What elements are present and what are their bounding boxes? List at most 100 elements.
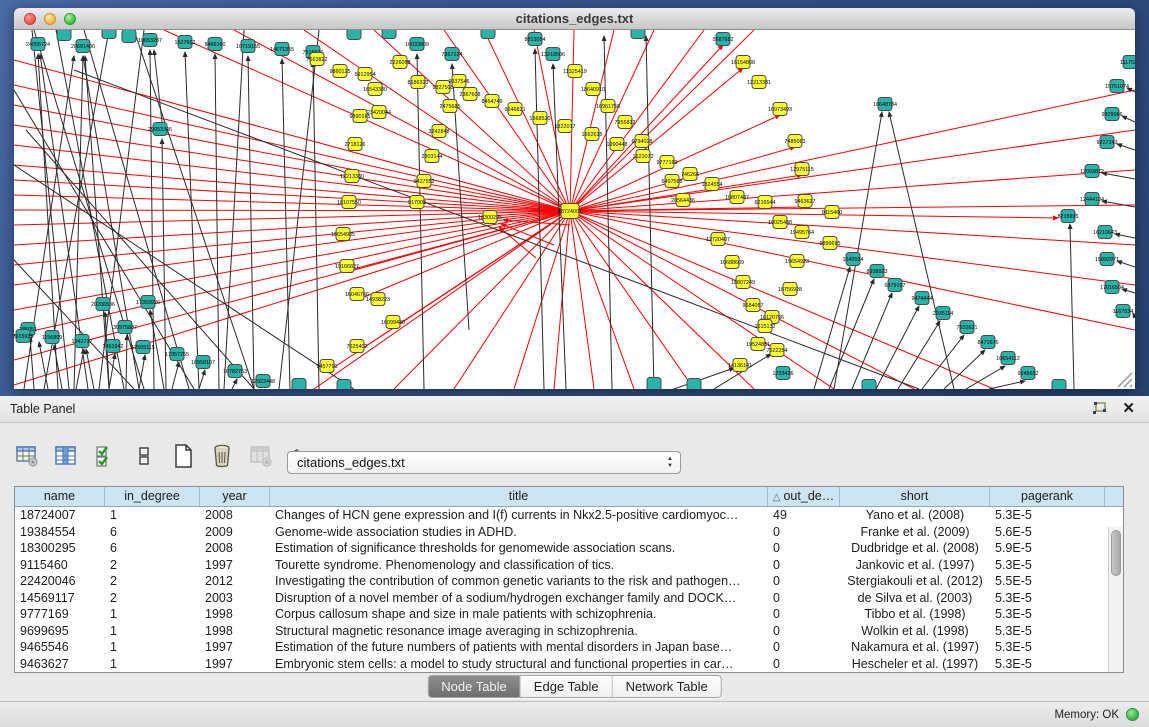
citation-edge[interactable] [570,130,1135,211]
graph-node[interactable]: 10653287 [138,34,162,47]
graph-node[interactable]: 12975115 [790,163,814,176]
citation-edge[interactable] [889,112,954,389]
graph-node[interactable]: 16099480 [381,316,405,329]
table-cell[interactable]: 0 [768,590,840,607]
citation-edge[interactable] [570,30,654,211]
table-cell[interactable]: 1997 [200,557,270,574]
graph-node[interactable]: 17016504 [1100,281,1124,294]
graph-node[interactable]: 16958107 [191,356,215,369]
citation-edge[interactable] [215,54,219,389]
graph-node[interactable]: 2803144 [422,150,443,163]
citation-edge[interactable] [570,211,1135,245]
graph-node[interactable]: 16210643 [1093,226,1117,239]
graph-node[interactable]: 8186323 [408,76,429,89]
graph-node[interactable]: 23420044 [367,106,391,119]
graph-node[interactable]: 19495764 [790,226,814,239]
select-columns-icon[interactable] [92,443,118,469]
graph-node[interactable] [102,30,116,39]
graph-node[interactable]: 3242848 [429,125,450,138]
graph-node[interactable] [1052,380,1066,390]
citation-edge[interactable] [172,362,179,389]
citation-edge[interactable] [417,54,424,389]
table-cell[interactable]: 0 [768,540,840,557]
citation-network-graph[interactable]: 2405572420691406106532871527602846616010… [14,30,1135,389]
table-cell[interactable]: Disruption of a novel member of a sodium… [270,590,768,607]
graph-node[interactable]: 1568520 [530,112,551,125]
citation-edge[interactable] [1070,224,1074,389]
table-cell[interactable]: 0 [768,656,840,673]
citation-edge[interactable] [84,30,189,389]
citation-edge[interactable] [313,62,319,389]
graph-node[interactable]: 18756928 [778,283,802,296]
network-canvas[interactable]: 2405572420691406106532871527602846616010… [14,30,1135,389]
citation-edge[interactable] [1102,173,1135,179]
table-cell[interactable]: Wolkin et al. (1998) [840,623,990,640]
table-cell[interactable]: 0 [768,639,840,656]
graph-node[interactable]: 2935114 [933,307,954,320]
citation-edge[interactable] [570,90,1135,211]
column-header-year[interactable]: year [200,487,270,506]
citation-edge[interactable] [76,349,84,389]
table-cell[interactable]: 9465546 [15,639,105,656]
tab-edge-table[interactable]: Edge Table [521,676,613,697]
table-row[interactable]: 946554611997Estimation of the future num… [15,639,1123,656]
table-cell[interactable]: 49 [768,507,840,524]
graph-node[interactable]: 7522254 [767,344,788,357]
graph-node[interactable]: 19654923 [785,255,809,268]
graph-node[interactable]: 18807249 [731,276,755,289]
table-selector-dropdown[interactable]: citations_edges.txt ▲▼ [287,451,681,474]
graph-node[interactable]: 9227343 [1097,136,1118,149]
graph-node[interactable]: 9115460 [822,206,843,219]
graph-node[interactable]: 10654112 [996,352,1020,365]
table-cell[interactable]: 2 [105,590,200,607]
graph-node[interactable]: 2367608 [460,88,481,101]
graph-node[interactable]: 10025488 [768,216,792,229]
table-cell[interactable]: Changes of HCN gene expression and I(f) … [270,507,768,524]
graph-node[interactable]: 16033809 [405,38,429,51]
graph-node[interactable]: 8466160 [205,38,226,51]
table-cell[interactable]: 2 [105,557,200,574]
table-cell[interactable]: 14569117 [15,590,105,607]
table-cell[interactable]: 1 [105,639,200,656]
table-cell[interactable]: 18724007 [15,507,105,524]
graph-node[interactable]: 9337546 [449,75,470,88]
table-cell[interactable]: 0 [768,557,840,574]
table-cell[interactable]: 5.6E-5 [990,524,1105,541]
table-cell[interactable]: 2008 [200,507,270,524]
graph-node[interactable]: 917008 [408,196,426,209]
table-row[interactable]: 1830029562008Estimation of significance … [15,540,1123,557]
table-cell[interactable]: Estimation of the future numbers of pati… [270,639,768,656]
graph-node[interactable]: 7955812 [615,116,636,129]
graph-node[interactable]: 1621072 [633,150,654,163]
table-cell[interactable]: 5.3E-5 [990,639,1105,656]
graph-node[interactable]: 14136141 [728,359,752,372]
table-cell[interactable]: 6 [105,524,200,541]
table-cell[interactable]: 1998 [200,606,270,623]
table-cell[interactable]: Investigating the contribution of common… [270,573,768,590]
graph-node[interactable] [337,380,351,390]
citation-edge[interactable] [39,342,48,389]
row-height-icon[interactable] [131,443,157,469]
graph-node[interactable]: 15892971 [1095,253,1119,266]
table-cell[interactable]: 2 [105,573,200,590]
graph-node[interactable]: 1990448 [607,138,628,151]
graph-node[interactable]: 7485063 [785,135,806,148]
graph-node[interactable]: 7632621 [957,321,978,334]
resize-grip-icon[interactable] [1118,373,1132,387]
graph-node[interactable]: 1527602 [175,36,196,49]
table-cell[interactable]: Stergiakouli et al. (2012) [840,573,990,590]
graph-node[interactable]: 18654985 [331,228,355,241]
citation-edge[interactable] [898,321,940,389]
table-cell[interactable]: Dudbridge et al. (2008) [840,540,990,557]
table-cell[interactable]: 2009 [200,524,270,541]
citation-edge[interactable] [570,170,1135,211]
table-row[interactable]: 1872400712008Changes of HCN gene express… [15,507,1123,524]
delete-columns-icon[interactable] [209,443,235,469]
graph-node[interactable]: 1662615 [582,128,603,141]
table-cell[interactable]: 9463627 [15,656,105,673]
graph-node[interactable] [347,30,361,40]
table-cell[interactable]: de Silva et al. (2003) [840,590,990,607]
citation-edge[interactable] [876,306,919,389]
graph-node[interactable]: 8215935 [1058,210,1079,223]
graph-node[interactable]: 8454749 [482,95,503,108]
